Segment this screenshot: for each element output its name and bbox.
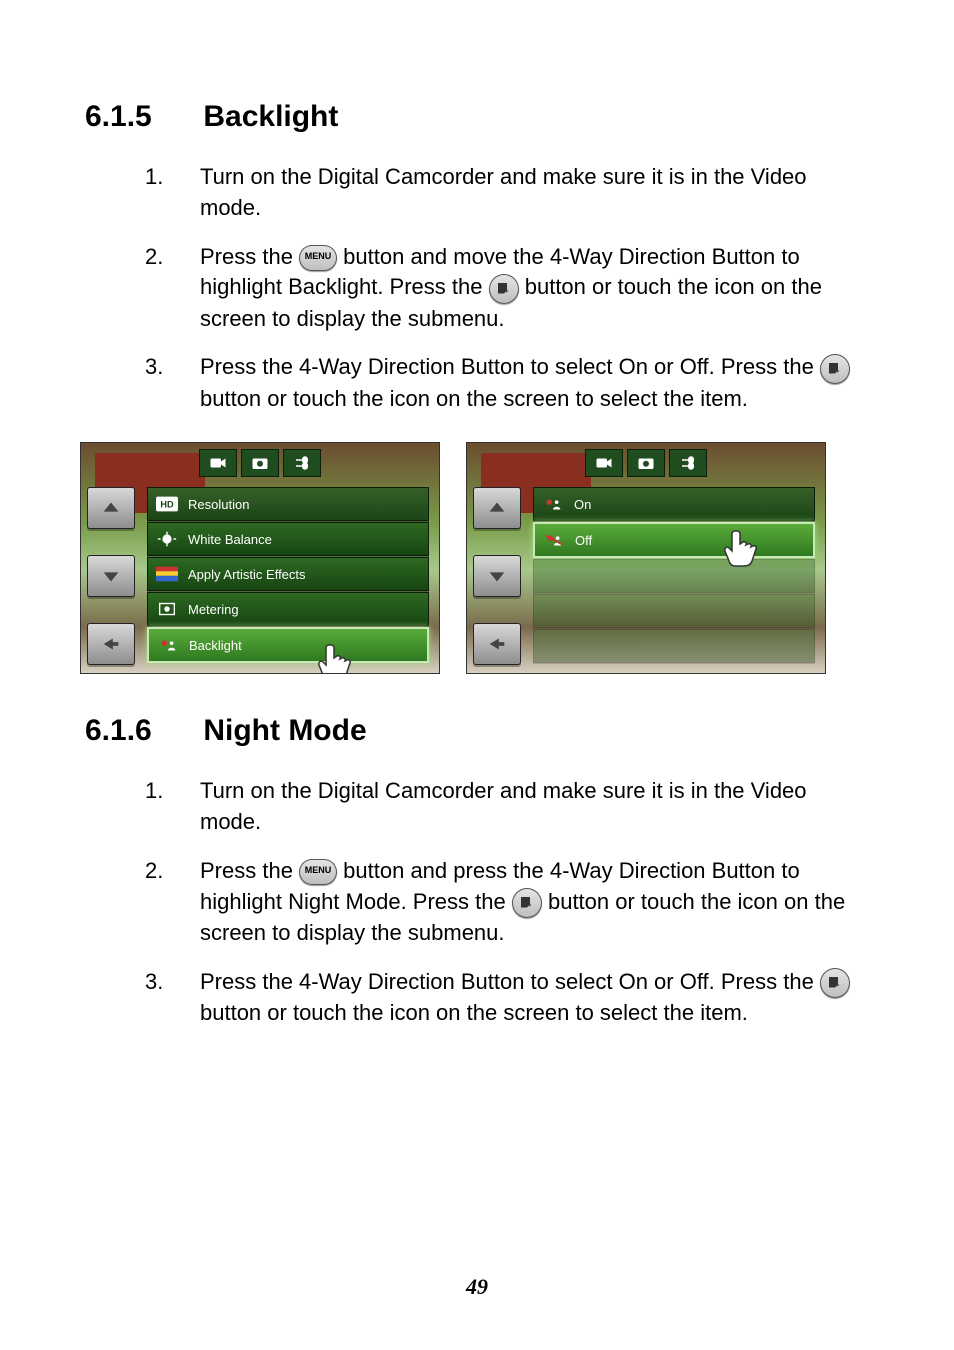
menu-item-label: White Balance	[188, 532, 272, 547]
section-title: Night Mode	[203, 714, 366, 747]
down-button[interactable]	[473, 555, 521, 597]
menu-item-label: Metering	[188, 602, 239, 617]
step-number: 2.	[145, 242, 200, 335]
step-1: 1. Turn on the Digital Camcorder and mak…	[145, 776, 869, 838]
step-text: Press the 4-Way Direction Button to sele…	[200, 967, 869, 1029]
step-1: 1. Turn on the Digital Camcorder and mak…	[145, 162, 869, 224]
ok-button-icon	[820, 968, 850, 998]
menu-button-icon: MENU	[299, 245, 337, 271]
tab-video-icon[interactable]	[585, 449, 623, 477]
step-number: 3.	[145, 352, 200, 414]
back-button[interactable]	[473, 623, 521, 665]
wb-icon	[156, 531, 178, 547]
screenshot-row: HD Resolution White Balance Apply Artist…	[80, 442, 869, 674]
tab-video-icon[interactable]	[199, 449, 237, 477]
submenu-item-off[interactable]: Off	[533, 522, 815, 558]
step-number: 2.	[145, 856, 200, 949]
section-number: 6.1.6	[85, 714, 195, 748]
down-button[interactable]	[87, 555, 135, 597]
top-mode-tabs	[81, 449, 439, 477]
submenu-item-label: Off	[575, 533, 592, 548]
backlight-off-icon	[543, 532, 565, 548]
menu-item-metering[interactable]: Metering	[147, 592, 429, 626]
hd-icon: HD	[156, 496, 178, 512]
step-3: 3. Press the 4-Way Direction Button to s…	[145, 967, 869, 1029]
step-text: Turn on the Digital Camcorder and make s…	[200, 776, 869, 838]
submenu-item-label: On	[574, 497, 591, 512]
step-number: 1.	[145, 776, 200, 838]
step-text: Turn on the Digital Camcorder and make s…	[200, 162, 869, 224]
backlight-icon	[157, 637, 179, 653]
side-buttons	[473, 487, 521, 665]
menu-item-label: Apply Artistic Effects	[188, 567, 306, 582]
section-heading-backlight: 6.1.5 Backlight	[85, 100, 869, 134]
tab-settings-icon[interactable]	[283, 449, 321, 477]
submenu-list: On Off	[533, 487, 815, 663]
up-button[interactable]	[473, 487, 521, 529]
step-2: 2. Press the MENU button and press the 4…	[145, 856, 869, 949]
step-3: 3. Press the 4-Way Direction Button to s…	[145, 352, 869, 414]
ok-button-icon	[489, 274, 519, 304]
metering-icon	[156, 601, 178, 617]
tab-photo-icon[interactable]	[241, 449, 279, 477]
submenu-item-on[interactable]: On	[533, 487, 815, 521]
back-button[interactable]	[87, 623, 135, 665]
submenu-item-empty	[533, 629, 815, 663]
page-number: 49	[0, 1274, 954, 1300]
menu-list: HD Resolution White Balance Apply Artist…	[147, 487, 429, 663]
screenshot-submenu: On Off	[466, 442, 826, 674]
backlight-on-icon	[542, 496, 564, 512]
section-number: 6.1.5	[85, 100, 195, 134]
side-buttons	[87, 487, 135, 665]
up-button[interactable]	[87, 487, 135, 529]
menu-item-artistic-effects[interactable]: Apply Artistic Effects	[147, 557, 429, 591]
tab-settings-icon[interactable]	[669, 449, 707, 477]
steps-night-mode: 1. Turn on the Digital Camcorder and mak…	[85, 776, 869, 1028]
menu-button-icon: MENU	[299, 859, 337, 885]
menu-item-backlight[interactable]: Backlight	[147, 627, 429, 663]
ok-button-icon	[512, 888, 542, 918]
menu-item-label: Backlight	[189, 638, 242, 653]
effects-icon	[156, 566, 178, 582]
step-number: 1.	[145, 162, 200, 224]
menu-item-label: Resolution	[188, 497, 249, 512]
submenu-item-empty	[533, 559, 815, 593]
step-text: Press the 4-Way Direction Button to sele…	[200, 352, 869, 414]
ok-button-icon	[820, 354, 850, 384]
section-title: Backlight	[203, 100, 338, 133]
step-text: Press the MENU button and move the 4-Way…	[200, 242, 869, 335]
section-heading-night-mode: 6.1.6 Night Mode	[85, 714, 869, 748]
menu-item-resolution[interactable]: HD Resolution	[147, 487, 429, 521]
tab-photo-icon[interactable]	[627, 449, 665, 477]
step-number: 3.	[145, 967, 200, 1029]
step-text: Press the MENU button and press the 4-Wa…	[200, 856, 869, 949]
step-2: 2. Press the MENU button and move the 4-…	[145, 242, 869, 335]
top-mode-tabs	[467, 449, 825, 477]
svg-text:HD: HD	[160, 500, 174, 510]
menu-item-white-balance[interactable]: White Balance	[147, 522, 429, 556]
submenu-item-empty	[533, 594, 815, 628]
steps-backlight: 1. Turn on the Digital Camcorder and mak…	[85, 162, 869, 414]
screenshot-menu: HD Resolution White Balance Apply Artist…	[80, 442, 440, 674]
